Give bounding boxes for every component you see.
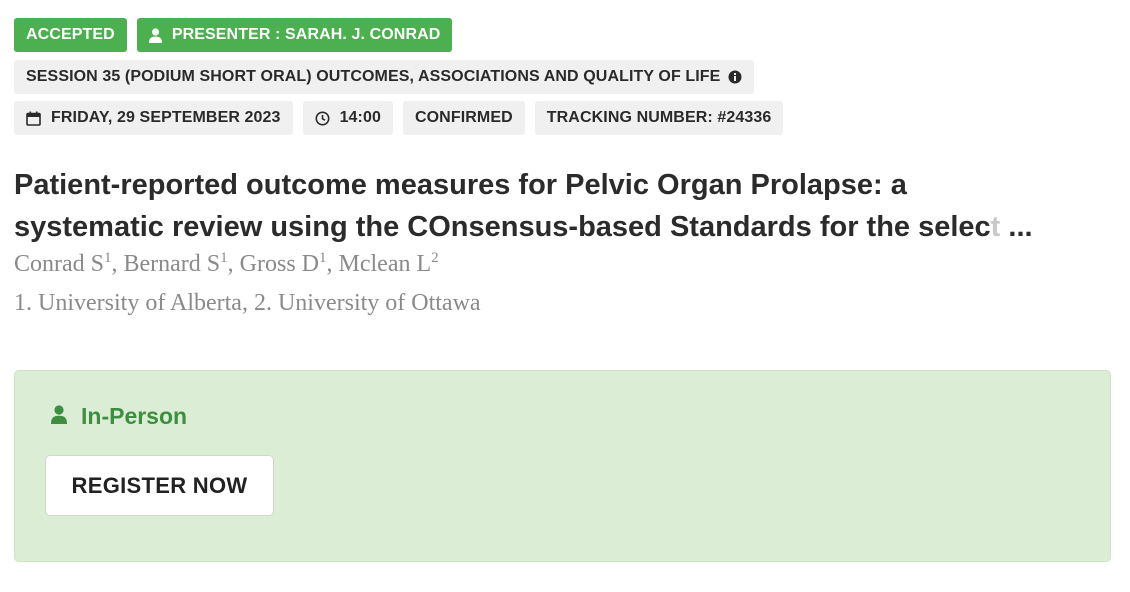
status-chip: CONFIRMED: [402, 101, 525, 135]
clock-icon: [315, 111, 330, 126]
author-list: Conrad S1, Bernard S1, Gross D1, Mclean …: [14, 251, 439, 278]
abstract-title-fade: t: [990, 211, 1001, 243]
author-separator: ,: [111, 251, 124, 277]
abstract-title: Patient-reported outcome measures for Pe…: [14, 164, 1104, 248]
date-chip: FRIDAY, 29 SEPTEMBER 2023: [14, 101, 293, 135]
time-chip: 14:00: [302, 101, 393, 135]
author-separator: ,: [227, 251, 240, 277]
registration-panel: In-Person REGISTER NOW: [14, 370, 1111, 562]
abstract-title-line-1: Patient-reported outcome measures for Pe…: [14, 169, 907, 201]
author: Conrad S1,: [14, 250, 124, 278]
session-row: SESSION 35 (PODIUM SHORT ORAL) OUTCOMES,…: [14, 60, 755, 94]
accepted-badge: ACCEPTED: [14, 18, 127, 52]
author: Mclean L2: [338, 250, 439, 278]
tracking-chip: TRACKING NUMBER: #24336: [534, 101, 784, 135]
user-icon: [51, 403, 67, 430]
presenter-badge: PRESENTER : SARAH. J. CONRAD: [136, 18, 453, 52]
session-badge: SESSION 35 (PODIUM SHORT ORAL) OUTCOMES,…: [14, 60, 755, 94]
abstract-title-ellipsis: ...: [1000, 211, 1033, 243]
abstract-title-line-2: systematic review using the COnsensus-ba…: [14, 206, 1104, 248]
time-label: 14:00: [339, 109, 381, 126]
author-name: Bernard S: [123, 251, 221, 277]
author: Bernard S1,: [123, 250, 240, 278]
author-name: Mclean L: [338, 251, 432, 277]
date-label: FRIDAY, 29 SEPTEMBER 2023: [51, 109, 281, 126]
author-affiliation-index: 2: [431, 250, 439, 266]
author-affiliation-index: 1: [319, 250, 327, 266]
meta-row: FRIDAY, 29 SEPTEMBER 2023 14:00 CONFIRME…: [14, 101, 784, 135]
calendar-icon: [26, 111, 41, 126]
attendance-mode: In-Person: [51, 403, 187, 430]
presenter-label: PRESENTER : SARAH. J. CONRAD: [171, 26, 441, 43]
author: Gross D1,: [239, 250, 339, 278]
status-badges: ACCEPTED PRESENTER : SARAH. J. CONRAD: [14, 18, 453, 52]
register-now-button[interactable]: REGISTER NOW: [45, 455, 274, 516]
info-circle-icon[interactable]: [728, 70, 742, 84]
session-label: SESSION 35 (PODIUM SHORT ORAL) OUTCOMES,…: [26, 68, 721, 85]
author-separator: ,: [326, 251, 339, 277]
author-name: Gross D: [239, 251, 319, 277]
author-name: Conrad S: [14, 251, 104, 277]
attendance-mode-label: In-Person: [81, 403, 188, 429]
user-icon: [148, 27, 162, 43]
author-affiliation-index: 1: [104, 250, 112, 266]
author-affiliation-index: 1: [220, 250, 228, 266]
affiliations: 1. University of Alberta, 2. University …: [14, 290, 481, 316]
abstract-title-line-2-text: systematic review using the COnsensus-ba…: [14, 211, 991, 243]
